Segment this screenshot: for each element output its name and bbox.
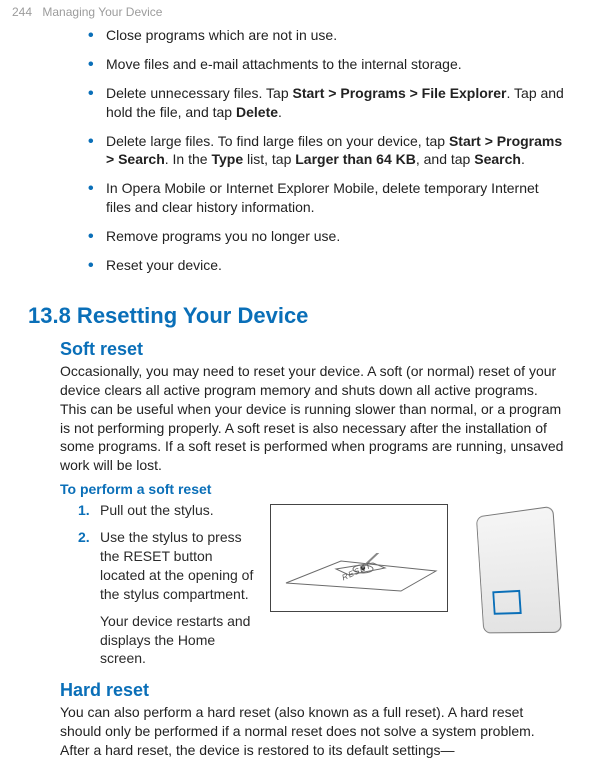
step-number: 2. bbox=[78, 528, 90, 547]
tip-item: Delete unnecessary files. Tap Start > Pr… bbox=[88, 84, 566, 122]
page-header: 244 Managing Your Device bbox=[12, 5, 162, 19]
perform-soft-reset-heading: To perform a soft reset bbox=[60, 481, 566, 497]
tip-item: Close programs which are not in use. bbox=[88, 26, 566, 45]
tip-item: Reset your device. bbox=[88, 256, 566, 275]
tip-item: Remove programs you no longer use. bbox=[88, 227, 566, 246]
reset-inset-detail: RESET bbox=[270, 504, 448, 612]
step-note: Your device restarts and displays the Ho… bbox=[78, 612, 260, 669]
soft-reset-steps-row: 1. Pull out the stylus. 2. Use the stylu… bbox=[60, 501, 566, 676]
page-content: Close programs which are not in use. Mov… bbox=[60, 26, 566, 766]
tip-text-part: , and tap bbox=[416, 151, 474, 167]
page-number: 244 bbox=[12, 5, 32, 19]
soft-reset-heading: Soft reset bbox=[60, 339, 566, 360]
tip-text: In Opera Mobile or Internet Explorer Mob… bbox=[106, 180, 539, 215]
step-number: 1. bbox=[78, 501, 90, 520]
tip-text: Close programs which are not in use. bbox=[106, 27, 337, 43]
tip-text-part: . bbox=[278, 104, 282, 120]
tip-text-part: . In the bbox=[165, 151, 212, 167]
hard-reset-heading: Hard reset bbox=[60, 680, 566, 701]
tip-item: Delete large files. To find large files … bbox=[88, 132, 566, 170]
soft-reset-steps-text: 1. Pull out the stylus. 2. Use the stylu… bbox=[60, 501, 260, 676]
step-item: 1. Pull out the stylus. bbox=[78, 501, 260, 520]
hard-reset-paragraph: You can also perform a hard reset (also … bbox=[60, 703, 566, 760]
tip-item: In Opera Mobile or Internet Explorer Mob… bbox=[88, 179, 566, 217]
tip-item: Move files and e-mail attachments to the… bbox=[88, 55, 566, 74]
tips-list: Close programs which are not in use. Mov… bbox=[88, 26, 566, 275]
soft-reset-paragraph: Occasionally, you may need to reset your… bbox=[60, 362, 566, 475]
reset-highlight-box bbox=[492, 590, 521, 615]
tip-text-part: list, tap bbox=[243, 151, 295, 167]
step-after-text: Your device restarts and displays the Ho… bbox=[100, 613, 250, 667]
tip-text: Remove programs you no longer use. bbox=[106, 228, 340, 244]
section-heading: 13.8 Resetting Your Device bbox=[28, 303, 566, 329]
tip-text: Reset your device. bbox=[106, 257, 222, 273]
ui-label-delete: Delete bbox=[236, 104, 278, 120]
reset-illustration: RESET bbox=[270, 501, 566, 641]
ui-label-search: Search bbox=[474, 151, 521, 167]
tip-text: Move files and e-mail attachments to the… bbox=[106, 56, 462, 72]
tip-text-part: Delete large files. To find large files … bbox=[106, 133, 449, 149]
tip-text-part: . bbox=[521, 151, 525, 167]
chapter-title: Managing Your Device bbox=[42, 5, 162, 19]
step-item: 2. Use the stylus to press the RESET but… bbox=[78, 528, 260, 604]
device-outline-drawing bbox=[476, 506, 562, 634]
ui-path: Start > Programs > File Explorer bbox=[293, 85, 507, 101]
step-text: Use the stylus to press the RESET button… bbox=[100, 529, 253, 602]
step-text: Pull out the stylus. bbox=[100, 502, 214, 518]
numbered-steps: 1. Pull out the stylus. 2. Use the stylu… bbox=[78, 501, 260, 668]
ui-label-type: Type bbox=[211, 151, 243, 167]
ui-label-larger: Larger than 64 KB bbox=[295, 151, 416, 167]
tip-text-part: Delete unnecessary files. Tap bbox=[106, 85, 293, 101]
